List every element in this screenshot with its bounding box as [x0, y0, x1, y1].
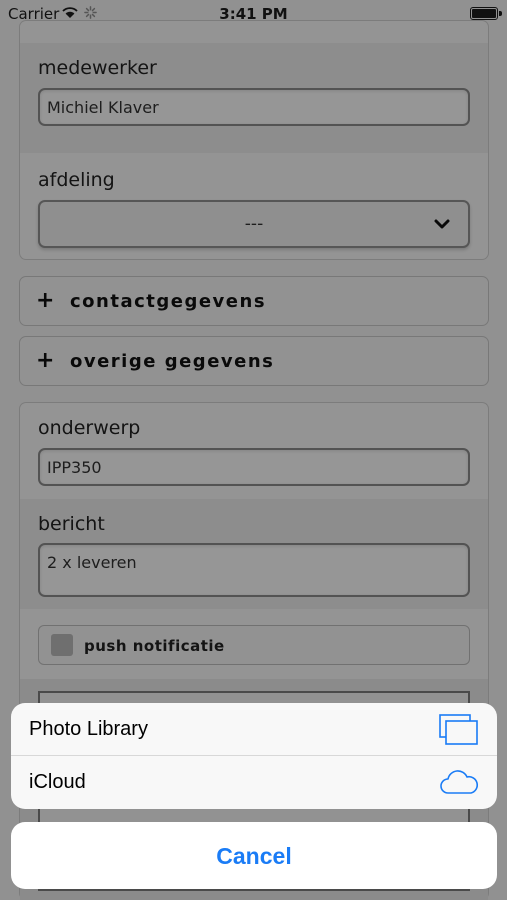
action-sheet-options: Photo Library iCloud [11, 703, 497, 809]
cancel-label: Cancel [216, 843, 292, 869]
photo-library-label: Photo Library [29, 718, 148, 740]
status-bar: Carrier 3:41 PM [0, 0, 507, 28]
battery-icon [470, 7, 502, 20]
cancel-button[interactable]: Cancel [11, 822, 497, 889]
clock-time: 3:41 PM [219, 5, 288, 23]
photo-library-option[interactable]: Photo Library [11, 703, 497, 756]
photo-library-icon [439, 714, 478, 745]
icloud-icon [440, 770, 479, 794]
icloud-label: iCloud [29, 771, 86, 793]
icloud-option[interactable]: iCloud [11, 756, 497, 809]
